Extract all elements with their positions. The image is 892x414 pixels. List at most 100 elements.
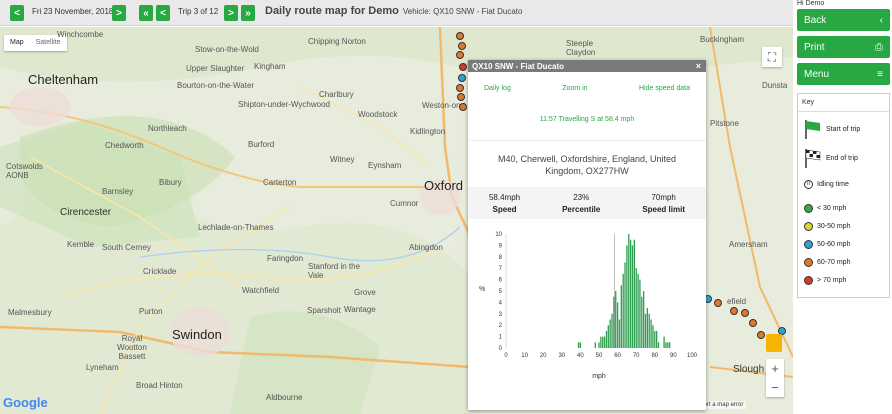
- route-marker[interactable]: [456, 32, 464, 40]
- route-marker[interactable]: [730, 307, 738, 315]
- map-label: Eynsham: [368, 161, 402, 170]
- prev-trip-button[interactable]: <: [156, 5, 170, 21]
- speed-label: Speed: [492, 205, 517, 214]
- x-tick-label: 20: [540, 353, 547, 359]
- map-label: Watchfield: [242, 286, 280, 295]
- close-icon[interactable]: ×: [696, 61, 701, 71]
- x-tick-label: 80: [651, 353, 658, 359]
- percentile-stat: 23% Percentile: [562, 193, 601, 214]
- histogram-bar: [665, 342, 667, 348]
- daily-log-link[interactable]: Daily log: [484, 85, 511, 102]
- y-tick-label: 8: [499, 255, 503, 261]
- speed-limit-value: 70mph: [651, 193, 676, 202]
- map-label: Kidlington: [410, 127, 446, 136]
- zoom-in-button[interactable]: +: [766, 359, 784, 378]
- route-marker[interactable]: [456, 84, 464, 92]
- map-label: Winchcombe: [57, 30, 104, 39]
- route-marker[interactable]: [458, 42, 466, 50]
- map-label: Abingdon: [409, 243, 443, 252]
- route-marker[interactable]: [458, 74, 466, 82]
- next-trip-button[interactable]: >: [224, 5, 238, 21]
- fullscreen-button[interactable]: ⛶: [762, 47, 782, 67]
- x-tick-label: 50: [596, 353, 603, 359]
- pause-icon: II: [804, 180, 813, 189]
- route-marker[interactable]: [457, 93, 465, 101]
- x-tick-label: 70: [633, 353, 640, 359]
- print-button[interactable]: Print ⎙: [797, 36, 890, 58]
- key-idling-time: II Idling time: [804, 180, 849, 189]
- map-label: Witney: [330, 155, 355, 164]
- hide-speed-data-link[interactable]: Hide speed data: [639, 85, 690, 102]
- greeting: Hi Demo: [797, 0, 825, 7]
- map-label: Cirencester: [60, 207, 112, 218]
- route-marker[interactable]: [749, 319, 757, 327]
- last-trip-button[interactable]: »: [241, 5, 255, 21]
- street-view-pegman[interactable]: [766, 334, 782, 352]
- first-trip-button[interactable]: «: [139, 5, 153, 21]
- prev-day-button[interactable]: <: [10, 5, 24, 21]
- speed-dot-icon: [804, 258, 813, 267]
- map-label: Cheltenham: [28, 72, 99, 87]
- route-marker[interactable]: [714, 299, 722, 307]
- map-label: Cotswolds AONB: [6, 162, 43, 180]
- histogram-bar: [607, 325, 609, 348]
- map-type-map-button[interactable]: Map: [4, 35, 30, 51]
- histogram-bar: [620, 285, 622, 348]
- menu-button[interactable]: Menu ≡: [797, 63, 890, 85]
- route-marker[interactable]: [456, 51, 464, 59]
- route-marker[interactable]: [757, 331, 765, 339]
- route-marker[interactable]: [459, 63, 467, 71]
- histogram-bar: [616, 302, 619, 348]
- route-marker[interactable]: [741, 309, 749, 317]
- map-label: Carterton: [263, 178, 297, 187]
- histogram-bar: [609, 319, 611, 348]
- speed-dot-icon: [804, 276, 813, 285]
- histogram-bar: [605, 330, 608, 348]
- back-button[interactable]: Back ‹: [797, 9, 890, 31]
- route-marker[interactable]: [459, 103, 467, 111]
- speed-stat: 58.4mph Speed: [489, 193, 520, 214]
- zoom-control: + −: [766, 359, 784, 397]
- y-tick-label: 10: [495, 232, 502, 238]
- histogram-bar: [594, 342, 596, 348]
- histogram-bar: [631, 245, 634, 348]
- info-window-header: QX10 SNW - Fiat Ducato ×: [468, 60, 706, 72]
- histogram-bar: [603, 336, 606, 348]
- map-label: Swindon: [172, 327, 222, 342]
- histogram-bar: [648, 313, 650, 348]
- toolbar: < Fri 23 November, 2018 > « < Trip 3 of …: [0, 0, 793, 26]
- print-icon: ⎙: [875, 41, 883, 53]
- zoom-out-button[interactable]: −: [766, 378, 784, 397]
- key-over-70: > 70 mph: [804, 276, 846, 285]
- histogram-bar: [663, 336, 665, 348]
- histogram-bar: [577, 342, 580, 348]
- map-label: Stow-on-the-Wold: [195, 45, 259, 54]
- y-tick-label: 5: [499, 289, 503, 295]
- trip-counter: Trip 3 of 12: [178, 7, 219, 16]
- histogram-bar: [641, 296, 643, 348]
- map-label: Wantage: [344, 305, 376, 314]
- x-tick-label: 0: [504, 353, 508, 359]
- y-tick-label: 7: [499, 266, 503, 272]
- map-label: Grove: [354, 288, 376, 297]
- percentile-label: Percentile: [562, 205, 601, 214]
- histogram-bar: [618, 319, 621, 348]
- map-label: Dunsta: [762, 81, 788, 90]
- key-title: Key: [798, 94, 889, 112]
- histogram-bar: [629, 239, 632, 348]
- map-label: Broad Hinton: [136, 381, 183, 390]
- map-label: Charlbury: [319, 90, 354, 99]
- histogram-bar: [667, 342, 669, 348]
- key-start-of-trip: Start of trip: [804, 119, 860, 139]
- histogram-bar: [642, 291, 645, 348]
- speed-limit-label: Speed limit: [642, 205, 685, 214]
- zoom-in-link[interactable]: Zoom in: [562, 85, 587, 102]
- map-label: Cumnor: [390, 199, 419, 208]
- histogram-bar: [598, 342, 600, 348]
- key-30-50: 30-50 mph: [804, 222, 850, 231]
- histogram-bar: [635, 268, 637, 348]
- x-tick-label: 40: [577, 353, 584, 359]
- histogram-bar: [646, 308, 649, 348]
- next-day-button[interactable]: >: [112, 5, 126, 21]
- map-label: Woodstock: [358, 110, 398, 119]
